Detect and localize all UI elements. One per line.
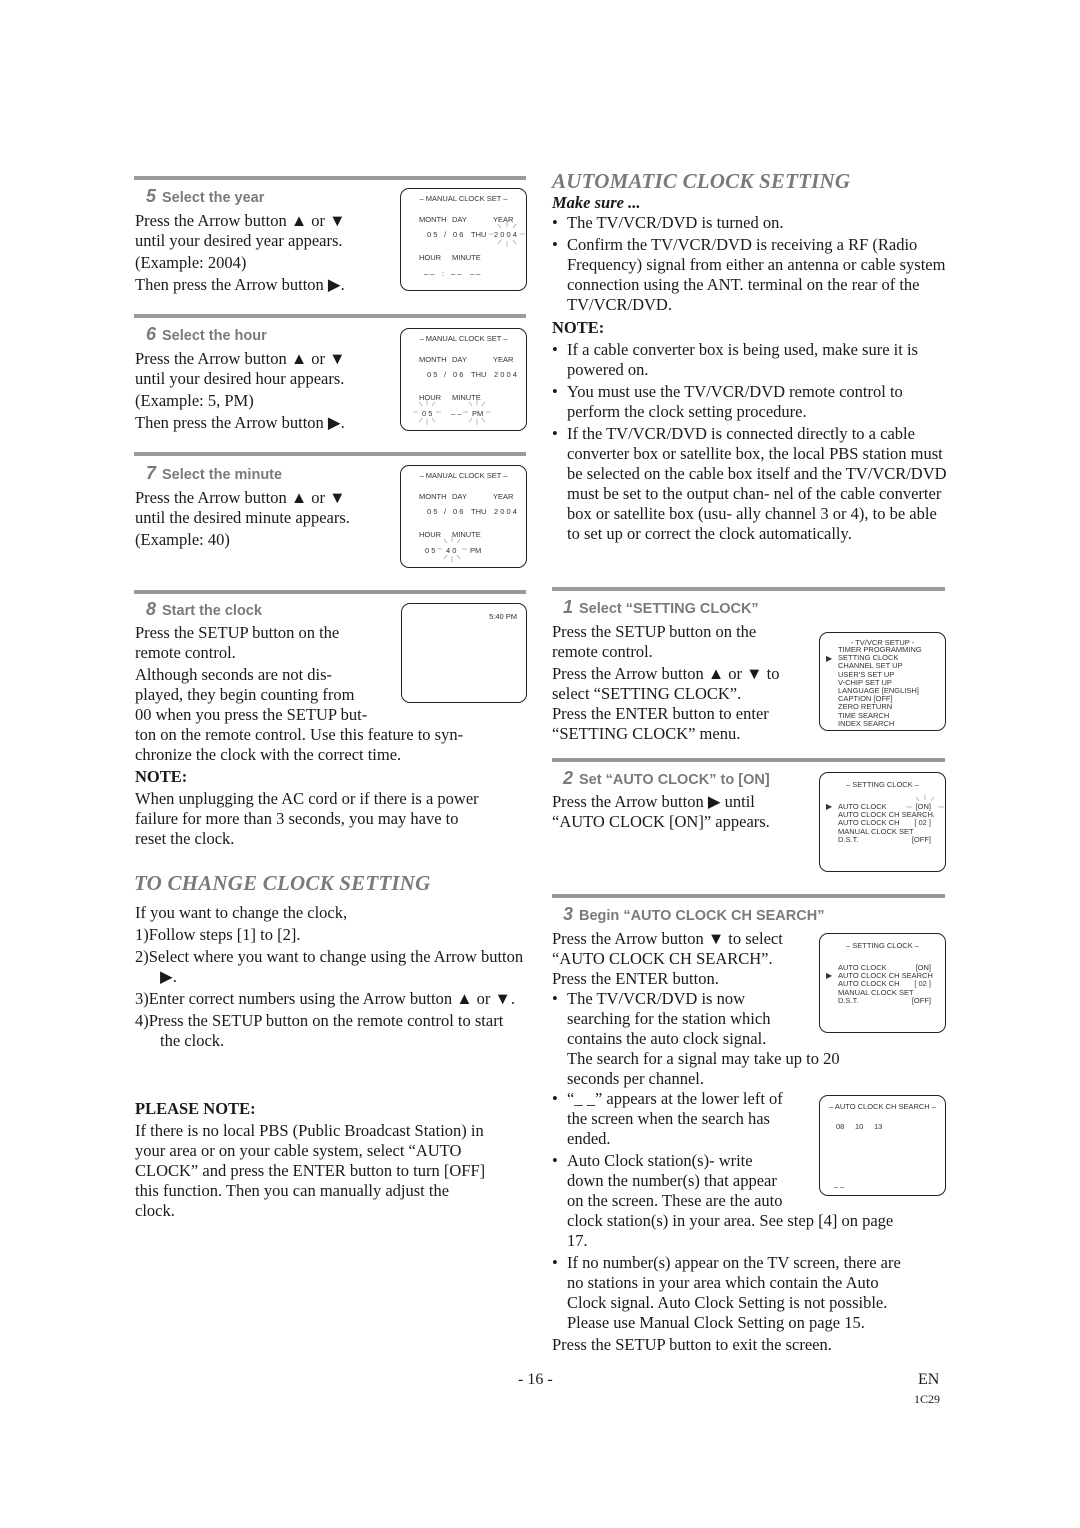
section-divider [134, 314, 526, 318]
channel-number: 08 [836, 1122, 845, 1131]
menu-value: [OFF] [911, 995, 931, 1005]
clock-display-screen: 5:40 PM [401, 603, 527, 703]
section-divider [134, 176, 526, 180]
setting-clock-screen-search-selected: – SETTING CLOCK – ▶ AUTO CLOCK AUTO CLOC… [819, 933, 946, 1033]
list-item: 3)Enter correct numbers using the Arrow … [135, 989, 515, 1008]
list-item: If a cable converter box is being used, … [552, 340, 947, 380]
step-7-text: Press the Arrow button ▲ or ▼ until the … [135, 488, 350, 549]
channel-number: 13 [874, 1122, 883, 1131]
channel-number: 10 [855, 1122, 864, 1131]
section-divider [552, 758, 945, 762]
exit-instruction: Press the SETUP button to exit the scree… [552, 1335, 832, 1354]
menu-value: [OFF] [911, 834, 931, 844]
automatic-clock-heading: AUTOMATIC CLOCK SETTING [552, 169, 851, 193]
list-item: You must use the TV/VCR/DVD remote contr… [552, 382, 947, 422]
list-item: Confirm the TV/VCR/DVD is receiving a RF… [552, 235, 947, 315]
please-note: PLEASE NOTE: If there is no local PBS (P… [135, 1099, 486, 1220]
note-label: NOTE: [552, 318, 605, 337]
menu-list: TIMER PROGRAMMING SETTING CLOCK CHANNEL … [838, 645, 922, 728]
auto-clock-ch-search-screen: – AUTO CLOCK CH SEARCH – 08 10 13 – – [819, 1095, 946, 1196]
manual-clock-set-screen-year: – MANUAL CLOCK SET – MONTH DAY YEAR 0 5 … [400, 188, 527, 291]
list-item: 1)Follow steps [1] to [2]. [135, 925, 301, 944]
section-divider [552, 587, 945, 591]
change-intro: If you want to change the clock, [135, 903, 348, 922]
selection-arrow-icon: ▶ [826, 802, 833, 811]
change-steps-list: 1)Follow steps [1] to [2]. 2)Select wher… [135, 925, 527, 1053]
step-1-heading: 1 Select “SETTING CLOCK” [563, 597, 759, 617]
note-list: If a cable converter box is being used, … [552, 340, 947, 546]
language-code: EN [918, 1371, 940, 1388]
manual-clock-set-screen-hour: – MANUAL CLOCK SET – MONTH DAY YEAR 0 5 … [400, 328, 527, 431]
blinking-indicator-icon [906, 795, 944, 819]
selection-arrow-icon: ▶ [826, 654, 833, 663]
blinking-indicator-icon [489, 221, 525, 247]
step-5-text: Press the Arrow button ▲ or ▼ until your… [135, 211, 346, 294]
step-8-heading: 8 Start the clock [146, 599, 262, 619]
list-item: 4)Press the SETUP button on the remote c… [135, 1011, 504, 1050]
note-label: NOTE: [135, 767, 188, 786]
step-6-heading: 6 Select the hour [146, 324, 267, 344]
menu-item: INDEX SEARCH [838, 718, 895, 728]
section-divider [134, 452, 526, 456]
to-change-clock-heading: TO CHANGE CLOCK SETTING [134, 871, 431, 895]
setting-clock-screen-auto-on: – SETTING CLOCK – ▶ AUTO CLOCK AUTO CLOC… [819, 772, 946, 872]
step-1-text: Press the SETUP button on the remote con… [552, 622, 780, 743]
document-code: 1C29 [914, 1392, 941, 1406]
clock-time: 5:40 PM [489, 612, 517, 621]
tv-vcr-setup-menu-screen: - TV/VCR SETUP - ▶ TIMER PROGRAMMING SET… [819, 632, 946, 731]
list-item: The TV/VCR/DVD is turned on. [552, 213, 947, 233]
page-number: - 16 - [518, 1371, 553, 1388]
make-sure-list: The TV/VCR/DVD is turned on. Confirm the… [552, 213, 947, 317]
step-7-heading: 7 Select the minute [146, 463, 283, 483]
list-item: 2)Select where you want to change using … [135, 947, 524, 986]
list-item: • If no number(s) appear on the TV scree… [552, 1253, 901, 1332]
manual-clock-set-screen-minute: – MANUAL CLOCK SET – MONTH DAY YEAR 0 5 … [400, 465, 527, 568]
step-3-heading: 3 Begin “AUTO CLOCK CH SEARCH” [563, 904, 825, 924]
step-3-text: Press the Arrow button ▼ to select “AUTO… [552, 929, 783, 988]
step-2-heading: 2 Set “AUTO CLOCK” to [ON] [563, 768, 770, 788]
list-item: If the TV/VCR/DVD is connected directly … [552, 424, 947, 544]
section-divider [134, 590, 526, 594]
step-5-heading: 5 Select the year [146, 186, 265, 206]
make-sure-label: Make sure ... [552, 193, 641, 212]
selection-arrow-icon: ▶ [826, 971, 833, 980]
section-divider [552, 894, 945, 898]
step-6-text: Press the Arrow button ▲ or ▼ until your… [135, 349, 346, 432]
step-2-text: Press the Arrow button ▶ until “AUTO CLO… [552, 792, 770, 831]
search-end-marker: – – [834, 1182, 845, 1191]
